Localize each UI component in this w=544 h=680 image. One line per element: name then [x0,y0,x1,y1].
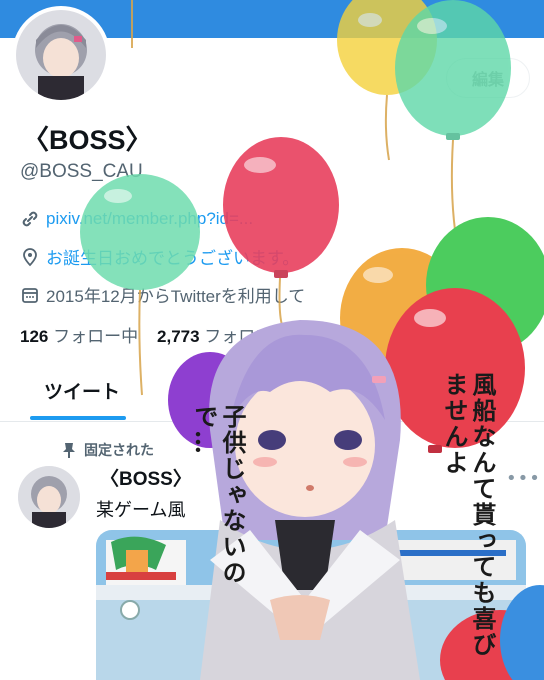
tweet-author-name[interactable]: 〈BOSS〉 [100,464,192,491]
pinned-label: 固定された [84,442,154,458]
link-icon [22,211,38,227]
edit-profile-button[interactable]: 編集 [446,58,530,98]
follow-stats: 126 フォロー中 2,773 フォロワ [20,322,272,347]
profile-bio: お誕生日おめでとうございます。 [46,249,300,268]
more-dots-icon[interactable]: ••• [506,468,541,489]
pinned-indicator: 固定された [62,440,154,460]
pin-icon [63,443,75,458]
followers-label[interactable]: フォロワ [204,327,272,346]
profile-avatar[interactable] [12,6,110,104]
followers-count[interactable]: 2,773 [157,327,200,346]
following-count[interactable]: 126 [20,327,48,346]
speech-bubble-left: 子供じゃないので… [190,404,247,586]
join-date: 2015年12月からTwitterを利用して [46,287,306,306]
tab-tweets[interactable]: ツイート [44,377,120,404]
balloon-green-right [426,217,544,353]
avatar-image [16,10,106,100]
following-label[interactable]: フォロー中 [53,327,138,346]
profile-link[interactable]: pixiv.net/member.php?id=... [46,209,253,229]
calendar-icon [22,287,38,303]
active-tab-indicator [30,416,126,420]
location-icon [23,247,37,266]
user-handle: @BOSS_CAU [20,161,143,182]
display-name: 〈BOSS〉 [22,125,153,155]
profile-link-row[interactable]: pixiv.net/member.php?id=... [20,209,253,229]
balloon-orange [340,248,464,388]
speech-bubble-right: 風船なんて貰っても喜びませんよ [440,372,497,658]
profile-joined-row: 2015年12月からTwitterを利用して [20,282,305,307]
tweet-text: 某ゲーム風 [96,500,186,520]
tweet-author-avatar[interactable] [18,466,80,528]
tweet-avatar-image [18,466,80,528]
profile-bio-row: お誕生日おめでとうございます。 [20,244,299,269]
balloon-green-left [80,174,200,290]
